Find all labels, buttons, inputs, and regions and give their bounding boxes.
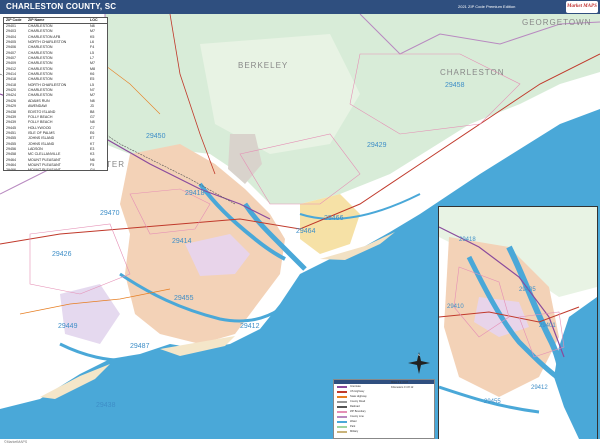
logo-text: Market MAPS <box>567 4 597 9</box>
map-title: CHARLESTON COUNTY, SC <box>6 2 117 11</box>
inset-zip-label: 29405 <box>519 287 536 293</box>
legend-label: ZIP Boundary <box>350 410 366 413</box>
map-page: CHARLESTON COUNTY, SC 2021 ZIP Code Prem… <box>0 0 600 447</box>
legend-swatch <box>337 415 347 418</box>
zip-label: 29458 <box>445 82 465 89</box>
county-label-georgetown: GEORGETOWN <box>522 18 592 27</box>
scale-bar: Miles 0 2 4 6 8 Kilometers 0 4 8 12 <box>391 381 431 391</box>
legend-rows: Interstate US Highway State Highway County … <box>334 384 434 434</box>
legend-swatch <box>337 410 347 413</box>
legend-swatch <box>337 430 347 433</box>
inset-map[interactable]: 29418 29410 29405 29401 29412 29455 <box>438 206 598 440</box>
index-loc: G4 <box>90 168 95 171</box>
legend-row: Military <box>334 429 434 434</box>
zip-label: 29487 <box>130 343 150 350</box>
scale-km: Kilometers 0 4 8 12 <box>391 386 414 389</box>
legend-label: County Road <box>350 400 366 403</box>
legend-label: County Line <box>350 415 364 418</box>
compass-north-label: N <box>418 353 420 357</box>
zip-label: 29449 <box>58 323 78 330</box>
legend-swatch <box>337 405 347 408</box>
legend-swatch <box>337 390 347 393</box>
footer-copyright: ©MarketMAPS <box>4 440 28 444</box>
legend-label: Military <box>350 430 359 433</box>
legend-label: Railroad <box>350 405 360 408</box>
index-header-zip: ZIP Code <box>6 18 22 22</box>
index-row: 29466 MOUNT PLEASANT G4 <box>4 168 107 171</box>
legend-label: Park <box>350 425 356 428</box>
zip-label: 29466 <box>324 215 344 222</box>
county-label-dorchester-partial: TER <box>106 160 125 169</box>
legend-label: US Highway <box>350 390 365 393</box>
index-zip-code: 29466 <box>6 168 16 171</box>
legend-swatch <box>337 420 347 423</box>
legend-swatch <box>337 385 347 388</box>
index-rows: 29401 CHARLESTON N8 29403 CHARLESTON M7 29404 C… <box>4 24 107 171</box>
inset-zip-label: 29418 <box>459 237 476 243</box>
footer: ©MarketMAPS <box>0 439 600 447</box>
inset-zip-label: 29410 <box>447 304 464 310</box>
inset-zip-label: 29455 <box>484 399 501 405</box>
zip-index-table: ZIP Code ZIP Name LOC 29401 CHARLESTON N8 2… <box>3 17 108 171</box>
zip-label: 29464 <box>296 228 316 235</box>
zip-label: 29429 <box>367 142 387 149</box>
title-bar: CHARLESTON COUNTY, SC 2021 ZIP Code Prem… <box>0 0 600 14</box>
index-header-loc: LOC <box>90 18 98 22</box>
zip-label: 29412 <box>240 323 260 330</box>
legend-swatch <box>337 400 347 403</box>
edition-label: 2021 ZIP Code Premium Edition <box>458 4 516 9</box>
zip-label: 29418 <box>185 190 205 197</box>
zip-label: 29438 <box>96 402 116 409</box>
zip-label: 29450 <box>146 133 166 140</box>
county-label-berkeley: BERKELEY <box>238 61 289 70</box>
legend-label: State Highway <box>350 395 367 398</box>
index-zip-name: MOUNT PLEASANT <box>28 168 61 171</box>
legend-label: Water <box>350 420 357 423</box>
index-header-name: ZIP Name <box>28 18 45 22</box>
inset-zip-label: 29401 <box>539 323 556 329</box>
compass-rose-icon: N <box>408 352 430 374</box>
publisher-logo: Market MAPS <box>566 1 598 13</box>
zip-label: 29455 <box>174 295 194 302</box>
legend-swatch <box>337 395 347 398</box>
legend-swatch <box>337 425 347 428</box>
zip-label: 29470 <box>100 210 120 217</box>
inset-zip-label: 29412 <box>531 385 548 391</box>
zip-label: 29414 <box>172 238 192 245</box>
legend-label: Interstate <box>350 385 361 388</box>
county-label-charleston: CHARLESTON <box>440 68 505 77</box>
zip-label: 29426 <box>52 251 72 258</box>
